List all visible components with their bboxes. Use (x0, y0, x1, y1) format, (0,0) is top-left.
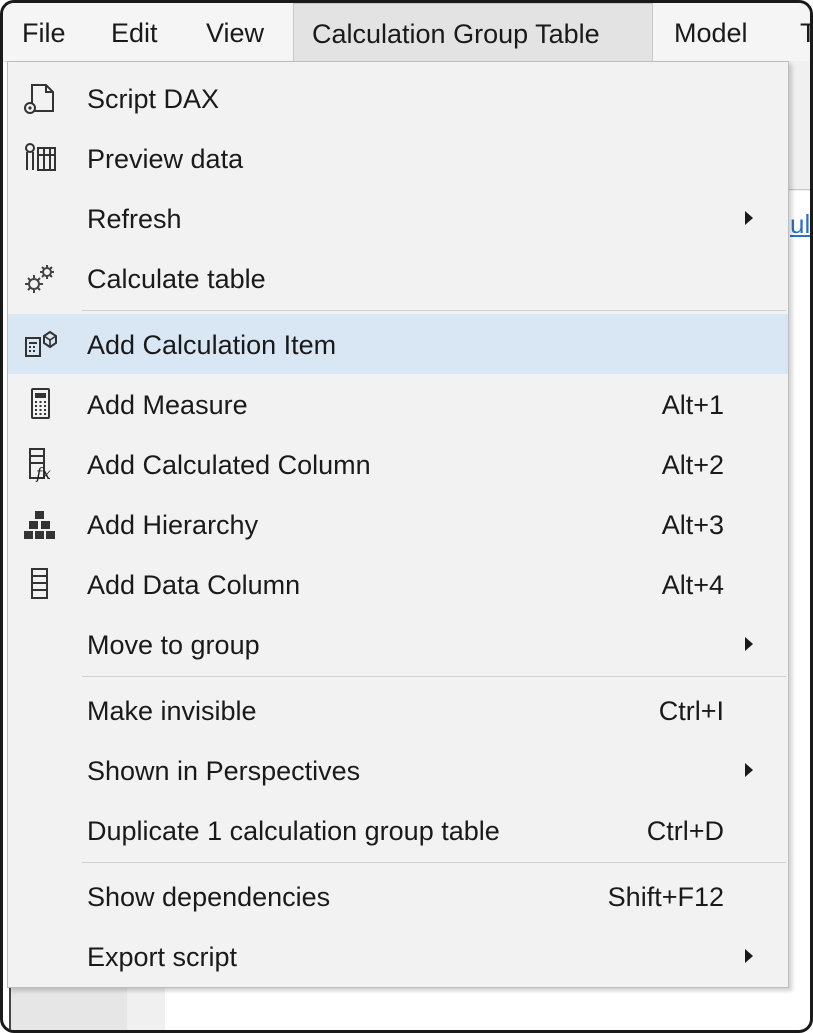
menu-item-label: Duplicate 1 calculation group table (87, 816, 500, 846)
menu-item-preview-data[interactable]: Preview data (8, 128, 788, 188)
menu-item-label: Add Hierarchy (87, 510, 259, 540)
menu-item-shortcut: Ctrl+D (646, 816, 724, 846)
menu-item-duplicate-table[interactable]: Duplicate 1 calculation group table Ctrl… (8, 800, 788, 860)
hierarchy-icon (20, 506, 60, 542)
menu-file[interactable]: File (22, 3, 66, 61)
menu-t-truncated[interactable]: T (800, 3, 810, 61)
menu-item-shortcut: Ctrl+I (658, 696, 724, 726)
menu-item-calculate-table[interactable]: Calculate table (8, 248, 788, 308)
menu-separator (82, 676, 786, 677)
menu-item-label: Refresh (87, 204, 182, 234)
data-column-icon (20, 566, 60, 602)
background-bottom-panel (9, 988, 129, 1030)
menu-item-shortcut: Shift+F12 (607, 882, 724, 912)
menu-item-add-calculated-column[interactable]: fx Add Calculated Column Alt+2 (8, 434, 788, 494)
menu-item-label: Preview data (87, 144, 244, 174)
menu-item-label: Show dependencies (87, 882, 331, 912)
menu-item-add-data-column[interactable]: Add Data Column Alt+4 (8, 554, 788, 614)
calculation-item-icon (20, 326, 60, 362)
calculator-icon (20, 386, 60, 422)
menu-item-label: Move to group (87, 630, 260, 660)
menu-item-add-hierarchy[interactable]: Add Hierarchy Alt+3 (8, 494, 788, 554)
menu-item-label: Add Data Column (87, 570, 301, 600)
menu-item-shortcut: Alt+4 (661, 570, 724, 600)
menu-item-label: Add Calculated Column (87, 450, 371, 480)
application-window: File Edit View Calculation Group Table M… (0, 0, 813, 1033)
menu-item-label: Export script (87, 942, 238, 972)
calculated-column-icon: fx (20, 446, 60, 483)
menu-item-shown-in-perspectives[interactable]: Shown in Perspectives (8, 740, 788, 800)
menu-item-label: Add Measure (87, 390, 248, 420)
menu-item-add-measure[interactable]: Add Measure Alt+1 (8, 374, 788, 434)
menu-bar: File Edit View Calculation Group Table M… (3, 3, 810, 62)
script-dax-icon (20, 80, 60, 116)
svg-text:fx: fx (35, 464, 51, 482)
menu-edit[interactable]: Edit (111, 3, 158, 61)
menu-item-move-to-group[interactable]: Move to group (8, 614, 788, 674)
menu-item-show-dependencies[interactable]: Show dependencies Shift+F12 (8, 866, 788, 926)
submenu-arrow-icon (745, 637, 753, 651)
menu-item-label: Shown in Perspectives (87, 756, 361, 786)
menu-calculation-group-table[interactable]: Calculation Group Table (293, 3, 653, 61)
gears-icon (20, 260, 60, 296)
menu-model[interactable]: Model (674, 3, 748, 61)
background-bottom-strip (127, 988, 165, 1030)
menu-separator (82, 310, 786, 311)
submenu-arrow-icon (745, 211, 753, 225)
menu-separator (82, 862, 786, 863)
submenu-arrow-icon (745, 763, 753, 777)
background-panel (788, 61, 810, 191)
menu-item-label: Calculate table (87, 264, 266, 294)
preview-data-icon (20, 140, 60, 176)
menu-item-label: Add Calculation Item (87, 330, 337, 360)
menu-item-label: Script DAX (87, 84, 220, 114)
background-divider (788, 189, 810, 190)
calculation-group-table-dropdown: Script DAX Preview data Refresh Calculat… (7, 61, 789, 988)
menu-item-script-dax[interactable]: Script DAX (8, 68, 788, 128)
menu-item-add-calculation-item[interactable]: Add Calculation Item (8, 314, 788, 374)
menu-item-label: Make invisible (87, 696, 257, 726)
menu-item-make-invisible[interactable]: Make invisible Ctrl+I (8, 680, 788, 740)
menu-item-export-script[interactable]: Export script (8, 926, 788, 986)
menu-item-shortcut: Alt+1 (661, 390, 724, 420)
background-link[interactable]: ula (790, 209, 810, 240)
menu-item-shortcut: Alt+3 (661, 510, 724, 540)
menu-item-refresh[interactable]: Refresh (8, 188, 788, 248)
submenu-arrow-icon (745, 949, 753, 963)
menu-item-shortcut: Alt+2 (661, 450, 724, 480)
menu-view[interactable]: View (206, 3, 264, 61)
